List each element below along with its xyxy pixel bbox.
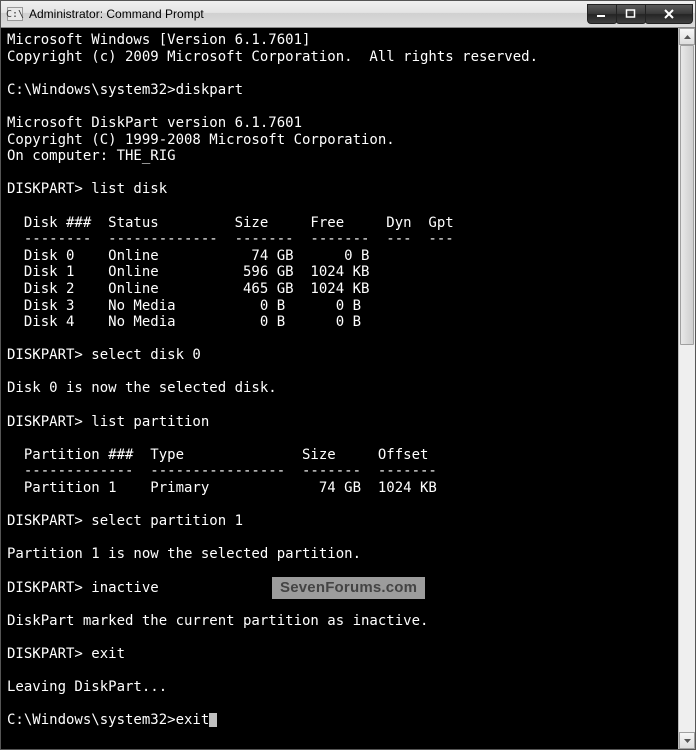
console-line: C:\Windows\system32>exit (7, 712, 209, 728)
watermark-overlay: SevenForums.com (272, 577, 425, 599)
console-line: ------------- ---------------- ------- -… (7, 463, 437, 479)
console-line: Partition ### Type Size Offset (7, 447, 428, 463)
console-line: Copyright (C) 1999-2008 Microsoft Corpor… (7, 132, 395, 148)
command-prompt-window: C:\ Administrator: Command Prompt Micros… (0, 0, 696, 750)
console-line: DISKPART> inactive (7, 580, 159, 596)
scroll-track[interactable] (679, 45, 695, 732)
console-line: DISKPART> select partition 1 (7, 513, 243, 529)
console-output[interactable]: Microsoft Windows [Version 6.1.7601] Cop… (1, 28, 678, 749)
console-line: DISKPART> list disk (7, 181, 167, 197)
close-icon (663, 9, 675, 19)
console-line: Disk 4 No Media 0 B 0 B (7, 314, 361, 330)
window-title: Administrator: Command Prompt (29, 7, 588, 21)
text-cursor (209, 713, 217, 727)
titlebar[interactable]: C:\ Administrator: Command Prompt (1, 1, 695, 28)
minimize-button[interactable] (587, 4, 617, 24)
maximize-icon (625, 9, 637, 19)
console-line: Disk 0 is now the selected disk. (7, 380, 277, 396)
console-line: Copyright (c) 2009 Microsoft Corporation… (7, 49, 538, 65)
scroll-up-button[interactable] (679, 28, 695, 45)
console-line: DISKPART> list partition (7, 414, 209, 430)
console-line: Disk 0 Online 74 GB 0 B (7, 248, 369, 264)
console-line: Partition 1 is now the selected partitio… (7, 546, 361, 562)
console-line: DISKPART> select disk 0 (7, 347, 201, 363)
console-line: Partition 1 Primary 74 GB 1024 KB (7, 480, 437, 496)
minimize-icon (596, 9, 608, 19)
console-line: C:\Windows\system32>diskpart (7, 82, 243, 98)
scroll-down-button[interactable] (679, 732, 695, 749)
console-line: Microsoft Windows [Version 6.1.7601] (7, 32, 310, 48)
console-line: Disk 3 No Media 0 B 0 B (7, 298, 361, 314)
cmd-icon: C:\ (7, 7, 23, 21)
console-line: Disk 1 Online 596 GB 1024 KB (7, 264, 369, 280)
console-line: Microsoft DiskPart version 6.1.7601 (7, 115, 302, 131)
console-line: On computer: THE_RIG (7, 148, 176, 164)
console-area: Microsoft Windows [Version 6.1.7601] Cop… (1, 28, 695, 749)
console-line: DISKPART> exit (7, 646, 125, 662)
console-line: Disk 2 Online 465 GB 1024 KB (7, 281, 369, 297)
console-line: Leaving DiskPart... (7, 679, 167, 695)
maximize-button[interactable] (616, 4, 646, 24)
vertical-scrollbar[interactable] (678, 28, 695, 749)
console-line: -------- ------------- ------- ------- -… (7, 231, 454, 247)
chevron-up-icon (684, 35, 691, 39)
console-line: Disk ### Status Size Free Dyn Gpt (7, 215, 454, 231)
close-button[interactable] (645, 4, 693, 24)
scroll-thumb[interactable] (680, 45, 694, 345)
console-line: DiskPart marked the current partition as… (7, 613, 428, 629)
chevron-down-icon (684, 739, 691, 743)
window-controls (588, 5, 693, 24)
